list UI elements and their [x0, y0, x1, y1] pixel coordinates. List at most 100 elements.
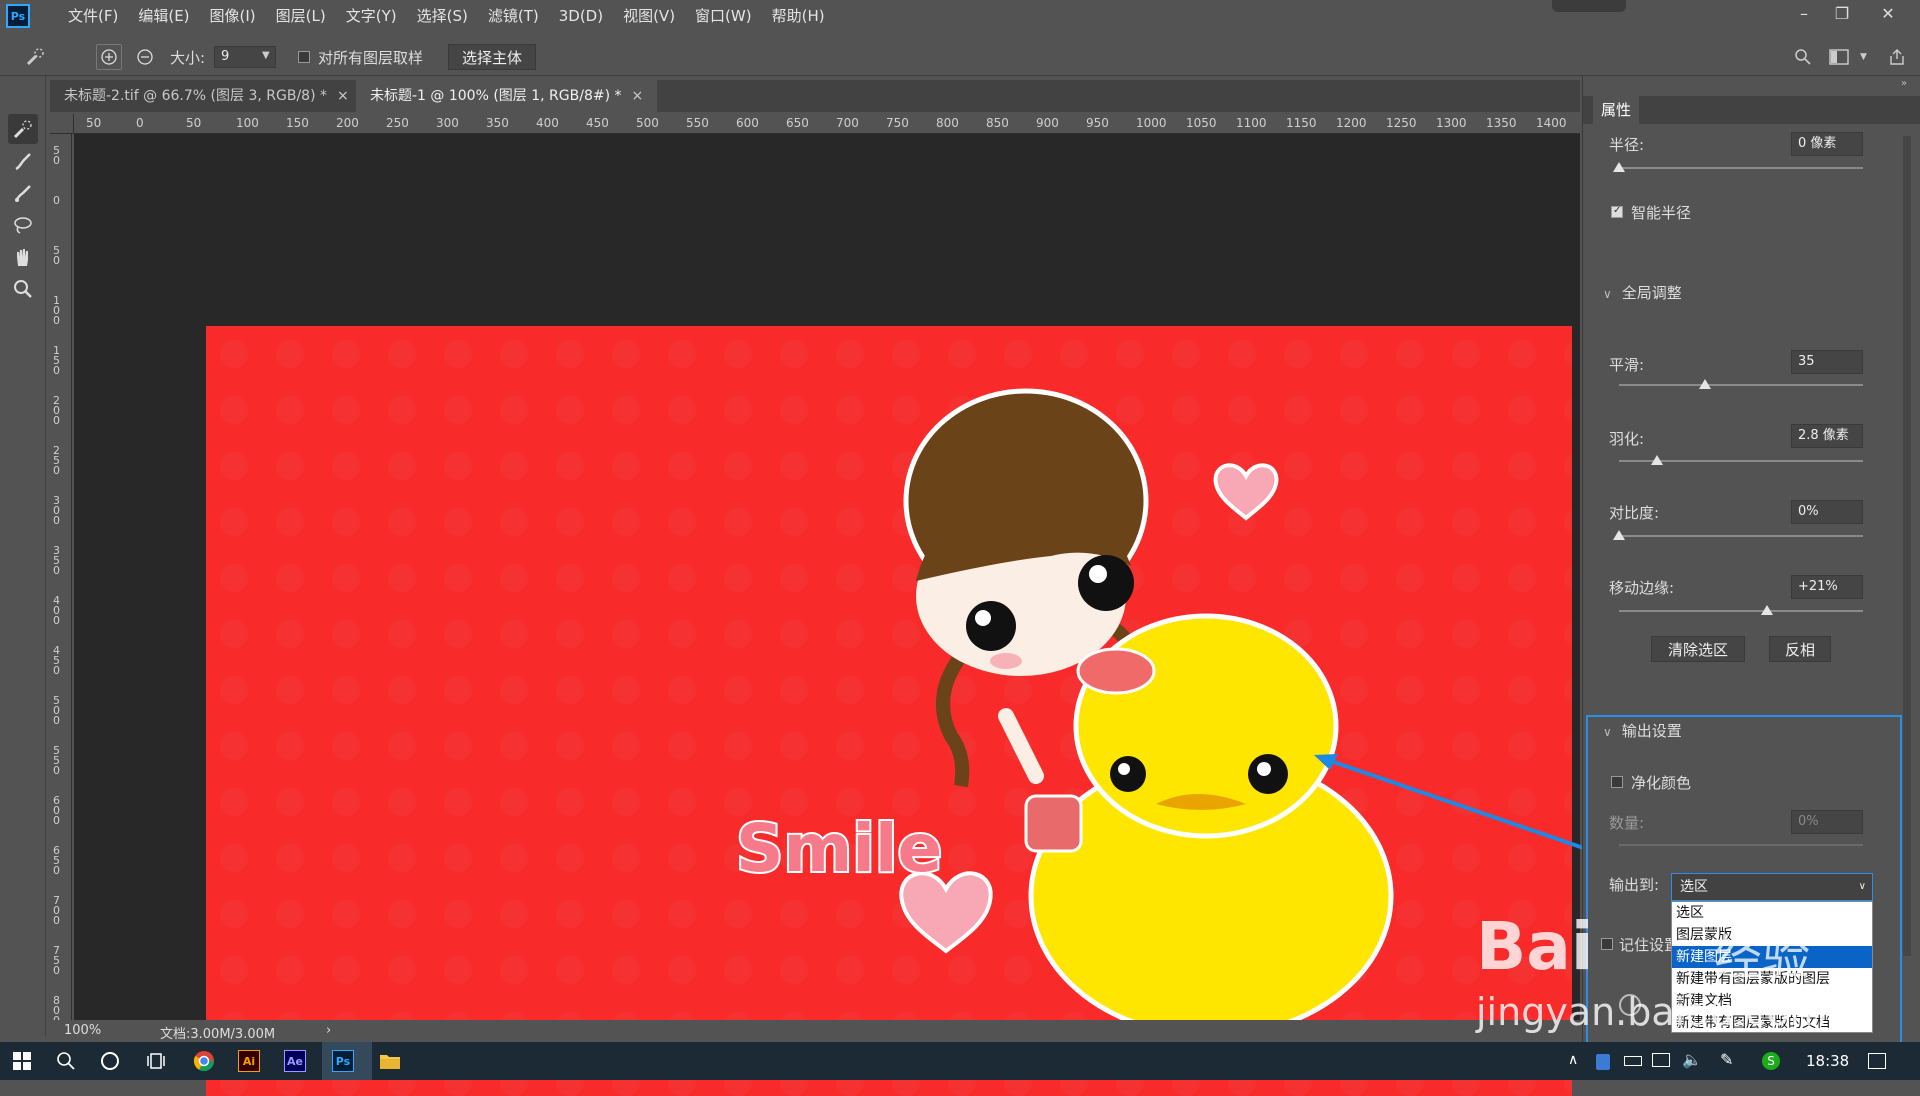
menu-select[interactable]: 选择(S) — [407, 0, 478, 32]
photoshop-taskbar-icon[interactable]: Ps — [332, 1050, 354, 1072]
smooth-input[interactable]: 35 — [1791, 350, 1863, 374]
menu-view[interactable]: 视图(V) — [613, 0, 685, 32]
search-icon[interactable] — [1790, 44, 1816, 70]
quick-selection-tool-preset-icon[interactable] — [22, 44, 48, 70]
menu-layer[interactable]: 图层(L) — [266, 0, 336, 32]
volume-icon[interactable]: 🔈 — [1682, 1050, 1702, 1069]
document-size: 文档:3.00M/3.00M — [160, 1027, 276, 1042]
document-workspace[interactable]: Smile — [74, 134, 1580, 1096]
show-hidden-icons-icon[interactable]: ∧ — [1568, 1052, 1578, 1068]
task-view-icon[interactable] — [142, 1047, 170, 1075]
image-canvas[interactable]: Smile — [206, 326, 1572, 1096]
menu-help[interactable]: 帮助(H) — [762, 0, 835, 32]
file-explorer-icon[interactable] — [376, 1047, 404, 1075]
ruler-h-tick: 1400 — [1536, 116, 1567, 130]
shift-edge-input[interactable]: +21% — [1791, 575, 1863, 599]
cortana-icon[interactable] — [96, 1047, 124, 1075]
tab-document-1[interactable]: 未标题-1 @ 100% (图层 1, RGB/8#) * × — [356, 80, 658, 112]
menu-file[interactable]: 文件(F) — [58, 0, 128, 32]
ruler-v-tick: 0 — [53, 194, 60, 207]
invert-button[interactable]: 反相 — [1769, 636, 1831, 662]
restore-button[interactable]: ❐ — [1820, 0, 1864, 26]
ruler-v-tick: 500 — [53, 694, 60, 727]
menu-image[interactable]: 图像(I) — [200, 0, 266, 32]
clock[interactable]: 18:38 — [1806, 1052, 1849, 1070]
ruler-v-tick: 700 — [53, 894, 60, 927]
chevron-down-icon[interactable]: ▼ — [262, 50, 270, 61]
hand-tool-icon[interactable] — [8, 242, 38, 272]
menu-filter[interactable]: 滤镜(T) — [478, 0, 549, 32]
close-icon[interactable]: × — [337, 88, 349, 104]
photoshop-logo-icon[interactable]: Ps — [6, 4, 30, 28]
illustrator-icon[interactable]: Ai — [238, 1050, 260, 1072]
smooth-slider-thumb[interactable] — [1699, 379, 1711, 389]
chevron-down-icon[interactable]: ▼ — [1860, 52, 1867, 62]
vertical-ruler[interactable]: 50 0 50 100 150 200 250 300 350 400 450 500 550 600 65… — [50, 134, 72, 1024]
windows-taskbar: Ai Ae Ps ∧ 🔈 ✎ S 18:38 — [0, 1042, 1920, 1080]
ruler-v-tick: 400 — [53, 594, 60, 627]
zoom-tool-icon[interactable] — [8, 274, 38, 304]
input-method-icon[interactable]: S — [1762, 1052, 1780, 1070]
tab-properties[interactable]: 属性 — [1593, 96, 1640, 124]
ruler-h-tick: 1200 — [1336, 116, 1367, 130]
collapse-panel-icon[interactable]: » — [1901, 78, 1907, 89]
ruler-h-tick: 1000 — [1136, 116, 1167, 130]
contrast-slider-thumb[interactable] — [1613, 530, 1625, 540]
ruler-origin[interactable] — [50, 114, 74, 134]
radius-slider[interactable] — [1619, 167, 1863, 169]
search-icon[interactable] — [52, 1047, 80, 1075]
shift-edge-slider[interactable] — [1619, 610, 1863, 612]
smooth-slider[interactable] — [1619, 384, 1863, 386]
global-refine-header[interactable]: ∨ 全局调整 — [1603, 282, 1682, 303]
network-icon[interactable] — [1652, 1053, 1670, 1067]
menu-window[interactable]: 窗口(W) — [685, 0, 762, 32]
close-icon[interactable]: × — [632, 88, 644, 104]
tab-document-2[interactable]: 未标题-2.tif @ 66.7% (图层 3, RGB/8) * × — [50, 80, 363, 112]
annotation-arrow — [1314, 754, 1599, 855]
sample-all-layers-checkbox[interactable] — [298, 51, 310, 63]
artwork: Smile — [206, 326, 1572, 1096]
horizontal-ruler[interactable]: 50 0 50 100 150 200 250 300 350 400 450 500 550 600 65… — [74, 114, 1580, 134]
output-to-select[interactable]: 选区 ∨ — [1671, 873, 1873, 901]
feather-input[interactable]: 2.8 像素 — [1791, 424, 1863, 448]
after-effects-icon[interactable]: Ae — [284, 1050, 306, 1072]
clear-selection-button[interactable]: 清除选区 — [1651, 636, 1745, 662]
lasso-tool-icon[interactable] — [8, 210, 38, 240]
ruler-h-tick: 700 — [836, 116, 859, 130]
zoom-level[interactable]: 100% — [64, 1023, 101, 1038]
close-button[interactable]: ✕ — [1866, 0, 1910, 26]
add-to-selection-icon[interactable] — [96, 44, 122, 70]
workspace-switcher[interactable] — [1552, 0, 1626, 12]
brush-size-label: 大小: — [170, 49, 206, 67]
pen-icon[interactable]: ✎ — [1720, 1050, 1733, 1069]
ruler-h-tick: 50 — [86, 116, 102, 130]
smart-radius-checkbox[interactable]: ✓ — [1611, 205, 1623, 218]
windows-start-icon[interactable] — [8, 1047, 36, 1075]
battery-icon[interactable] — [1624, 1056, 1642, 1066]
panel-scrollbar[interactable] — [1903, 136, 1911, 956]
refine-edge-brush-icon[interactable] — [8, 146, 38, 176]
notifications-icon[interactable] — [1868, 1053, 1886, 1069]
security-shield-icon[interactable] — [1596, 1054, 1610, 1070]
share-icon[interactable] — [1884, 44, 1910, 70]
ruler-h-tick: 1350 — [1486, 116, 1517, 130]
menu-type[interactable]: 文字(Y) — [336, 0, 407, 32]
feather-slider-thumb[interactable] — [1651, 455, 1663, 465]
brush-tool-icon[interactable] — [8, 178, 38, 208]
ruler-v-tick: 450 — [53, 644, 60, 677]
chevron-down-icon: ∨ — [1858, 881, 1866, 892]
radius-input[interactable]: 0 像素 — [1791, 132, 1863, 156]
radius-slider-thumb[interactable] — [1613, 162, 1625, 172]
contrast-slider[interactable] — [1619, 535, 1863, 537]
chrome-icon[interactable] — [190, 1047, 218, 1075]
contrast-input[interactable]: 0% — [1791, 500, 1863, 524]
shift-edge-slider-thumb[interactable] — [1761, 605, 1773, 615]
subtract-from-selection-icon[interactable] — [132, 44, 158, 70]
status-menu-arrow[interactable]: › — [326, 1023, 331, 1038]
quick-selection-tool-icon[interactable] — [8, 114, 38, 144]
menu-edit[interactable]: 编辑(E) — [128, 0, 199, 32]
workspace-layout-icon[interactable] — [1826, 44, 1852, 70]
menu-3d[interactable]: 3D(D) — [549, 0, 613, 32]
ruler-h-tick: 750 — [886, 116, 909, 130]
select-subject-button[interactable]: 选择主体 — [448, 44, 536, 70]
